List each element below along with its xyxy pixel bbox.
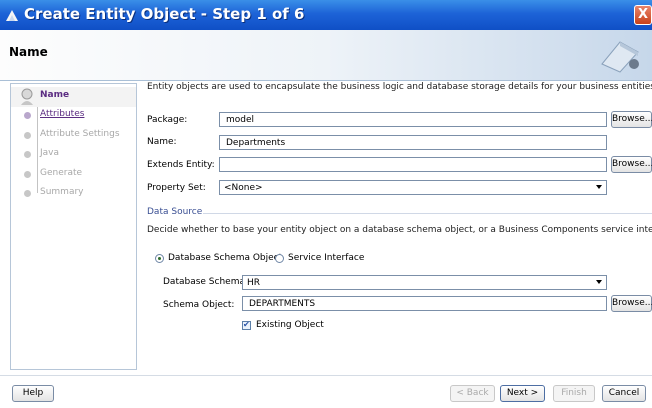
property-set-label: Property Set: (147, 183, 206, 193)
current-step-icon (21, 88, 33, 105)
next-button[interactable]: Next > (500, 385, 545, 402)
step-dot-icon (24, 132, 31, 139)
nav-step-name[interactable]: Name (11, 87, 136, 107)
nav-step-label: Attribute Settings (40, 129, 120, 139)
step-dot-icon (24, 151, 31, 158)
chevron-down-icon (596, 185, 602, 189)
close-button[interactable]: X (634, 5, 652, 25)
step-dot-icon (24, 112, 31, 119)
package-label: Package: (147, 115, 188, 125)
schema-object-browse-button[interactable]: Browse... (611, 295, 652, 312)
name-field[interactable]: Departments (219, 135, 607, 150)
data-source-title: Data Source (147, 207, 203, 217)
database-schema-value: HR (247, 278, 261, 288)
wizard-steps-nav: Name Attributes Attribute Settings Java … (10, 83, 137, 370)
step-content: Entity objects are used to encapsulate t… (137, 80, 652, 370)
cancel-button[interactable]: Cancel (602, 385, 646, 402)
wizard-graphic-icon (601, 41, 639, 73)
page-title: Name (9, 45, 48, 59)
checkmark-icon: ✔ (243, 320, 250, 329)
wizard-header: Name (0, 30, 652, 81)
window-title: Create Entity Object - Step 1 of 6 (24, 5, 305, 23)
step-description: Entity objects are used to encapsulate t… (147, 82, 652, 92)
schema-object-label: Schema Object: (163, 300, 235, 310)
nav-step-label: Attributes (40, 109, 85, 119)
nav-step-summary: Summary (11, 184, 136, 204)
schema-object-field[interactable]: DEPARTMENTS (242, 296, 607, 311)
existing-object-checkbox[interactable]: ✔ (242, 320, 251, 330)
footer-divider (0, 375, 652, 376)
extends-entity-label: Extends Entity: (147, 160, 215, 170)
nav-step-generate: Generate (11, 165, 136, 185)
extends-entity-field[interactable] (219, 157, 607, 172)
database-schema-option-label[interactable]: Database Schema Object (168, 253, 282, 263)
help-button[interactable]: Help (12, 385, 54, 402)
database-schema-radio[interactable] (155, 254, 164, 263)
service-interface-radio[interactable] (275, 254, 284, 263)
property-set-select[interactable]: <None> (219, 180, 607, 195)
nav-step-label: Generate (40, 168, 83, 178)
extends-browse-button[interactable]: Browse... (611, 156, 652, 173)
section-divider (203, 213, 652, 214)
package-field[interactable]: model (219, 112, 607, 127)
finish-button[interactable]: Finish (553, 385, 595, 402)
step-dot-icon (24, 171, 31, 178)
step-dot-icon (24, 190, 31, 197)
package-browse-button[interactable]: Browse... (611, 111, 652, 128)
title-bar: Create Entity Object - Step 1 of 6 X (0, 0, 652, 30)
chevron-down-icon (596, 280, 602, 284)
service-interface-option-label[interactable]: Service Interface (288, 253, 364, 263)
back-button[interactable]: < Back (450, 385, 495, 402)
nav-step-attributes[interactable]: Attributes (11, 106, 136, 126)
nav-step-label: Name (40, 90, 70, 100)
nav-step-label: Summary (40, 187, 84, 197)
nav-step-label: Java (40, 148, 60, 158)
property-set-value: <None> (224, 183, 263, 193)
name-label: Name: (147, 137, 177, 147)
data-source-description: Decide whether to base your entity objec… (147, 225, 652, 235)
database-schema-select[interactable]: HR (242, 275, 607, 290)
existing-object-label[interactable]: Existing Object (256, 320, 324, 330)
nav-step-java: Java (11, 145, 136, 165)
app-icon (6, 10, 18, 21)
database-schema-label: Database Schema: (163, 277, 249, 287)
nav-step-attribute-settings: Attribute Settings (11, 126, 136, 146)
close-icon: X (638, 7, 649, 22)
